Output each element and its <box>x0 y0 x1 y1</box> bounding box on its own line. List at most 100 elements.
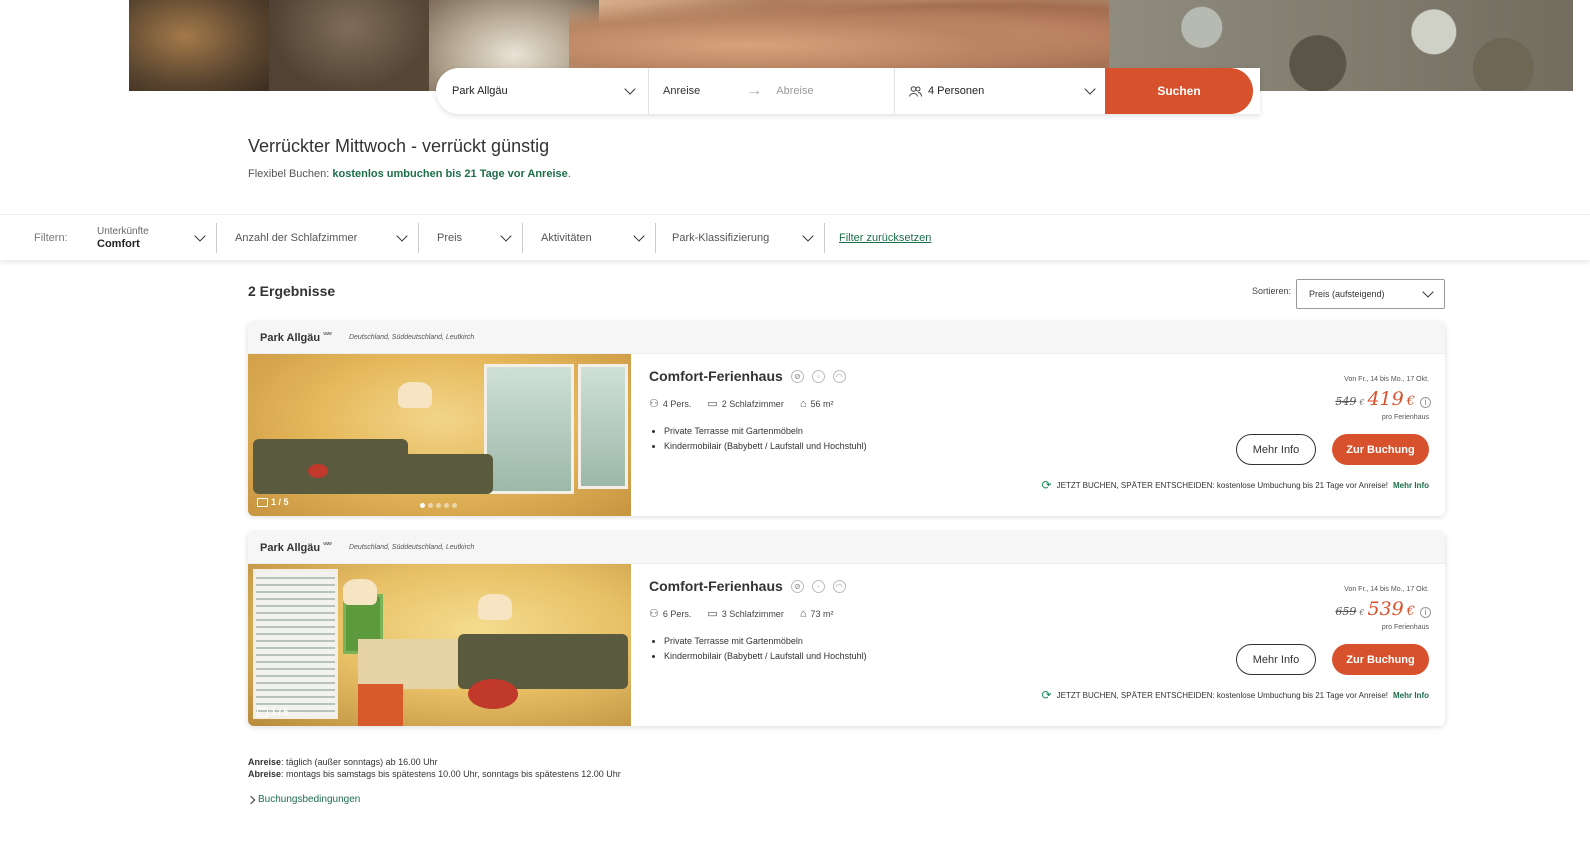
chevron-down-icon <box>633 230 645 242</box>
amenity-icon: ◦ <box>811 579 825 593</box>
new-price-currency: € <box>1406 394 1415 409</box>
filter-aktivitaeten[interactable]: Aktivitäten <box>541 223 656 253</box>
new-price-currency: € <box>1406 604 1415 619</box>
park-rating: ᵛᵛᵛᵛᵛ <box>323 330 332 339</box>
flex-bold: kostenlos umbuchen bis 21 Tage vor Anrei… <box>332 168 568 180</box>
booking-conditions-link[interactable]: Buchungsbedingungen <box>246 794 361 805</box>
card-specs: ⚇ 6 Pers. ▭ 3 Schlafzimmer ⌂ 73 m² <box>649 607 834 621</box>
flex-suffix: . <box>567 168 571 180</box>
filter-reset-link[interactable]: Filter zurücksetzen <box>839 232 931 244</box>
sort-select[interactable]: Preis (aufsteigend) <box>1296 279 1445 309</box>
info-icon[interactable]: i <box>1420 606 1431 618</box>
park-select[interactable]: Park Allgäu <box>436 68 649 114</box>
card-header: Park Allgäu ᵛᵛᵛᵛᵛ Deutschland, Süddeutsc… <box>248 322 1445 354</box>
card-header: Park Allgäu ᵛᵛᵛᵛᵛ Deutschland, Süddeutsc… <box>248 532 1445 564</box>
wifi-icon: ◠ <box>832 579 846 593</box>
filter-aktivitaeten-label: Aktivitäten <box>541 232 592 244</box>
price-date: Von Fr., 14 bis Mo., 17 Okt. <box>1344 376 1429 383</box>
image-counter: 1 / 5 <box>257 497 289 507</box>
no-pets-icon: ⊘ <box>790 579 804 593</box>
park-rating: ᵛᵛᵛᵛᵛ <box>323 540 332 549</box>
filter-schlafzimmer[interactable]: Anzahl der Schlafzimmer <box>235 223 419 253</box>
book-button[interactable]: Zur Buchung <box>1332 434 1429 465</box>
arrival-text: : täglich (außer sonntags) ab 16.00 Uhr <box>281 757 438 767</box>
persons-value: 4 Personen <box>928 85 985 97</box>
chevron-down-icon <box>1422 286 1434 298</box>
amenity-icon: ◦ <box>811 369 825 383</box>
info-icon[interactable]: i <box>1420 396 1431 408</box>
rebooking-text: JETZT BUCHEN, SPÄTER ENTSCHEIDEN: kosten… <box>1056 480 1388 490</box>
results-count: 2 Ergebnisse <box>248 283 336 299</box>
price-unit: pro Ferienhaus <box>1381 414 1429 421</box>
departure-label: Abreise <box>248 769 282 779</box>
image-counter: 1 / 5 <box>257 707 289 717</box>
persons-select[interactable]: 4 Personen <box>895 68 1108 114</box>
page-title: Verrückter Mittwoch - verrückt günstig <box>248 136 550 156</box>
card-title[interactable]: Comfort-Ferienhaus <box>649 368 783 384</box>
chevron-down-icon <box>624 83 636 95</box>
price-unit: pro Ferienhaus <box>1381 624 1429 631</box>
bed-icon: ▭ <box>707 398 718 410</box>
feature-item: Kindermobilair (Babybett / Laufstall und… <box>664 649 867 664</box>
departure-text: : montags bis samstags bis spätestens 10… <box>281 769 621 779</box>
no-pets-icon: ⊘ <box>790 369 804 383</box>
arrival-field[interactable]: Anreise <box>663 85 700 97</box>
more-info-button[interactable]: Mehr Info <box>1236 434 1316 465</box>
booking-conditions-label: Buchungsbedingungen <box>258 794 361 805</box>
arrow-right-icon: → <box>746 82 763 99</box>
bed-icon: ▭ <box>707 608 718 620</box>
rebooking-more-info-link[interactable]: Mehr Info <box>1393 691 1429 700</box>
sort-value: Preis (aufsteigend) <box>1309 289 1385 299</box>
search-button[interactable]: Suchen <box>1105 68 1253 114</box>
sort-label: Sortieren: <box>1252 286 1292 296</box>
more-info-button[interactable]: Mehr Info <box>1236 644 1316 675</box>
image-counter-text: 1 / 5 <box>271 497 289 507</box>
sync-icon: ⟳ <box>1041 688 1052 702</box>
filter-label: Filtern: <box>34 232 68 244</box>
rebooking-note: ⟳ JETZT BUCHEN, SPÄTER ENTSCHEIDEN: kost… <box>1042 478 1429 492</box>
old-price-currency: € <box>1359 608 1365 617</box>
arrival-departure-info: Anreise: täglich (außer sonntags) ab 16.… <box>248 756 621 780</box>
date-picker[interactable]: Anreise → Abreise <box>649 68 895 114</box>
card-title[interactable]: Comfort-Ferienhaus <box>649 578 783 594</box>
card-title-row: Comfort-Ferienhaus ⊘ ◦ ◠ <box>649 368 846 384</box>
card-specs: ⚇ 4 Pers. ▭ 2 Schlafzimmer ⌂ 56 m² <box>649 397 834 411</box>
spec-bedrooms: 3 Schlafzimmer <box>721 608 784 619</box>
image-dots[interactable] <box>420 503 457 508</box>
filter-preis[interactable]: Preis <box>437 223 523 253</box>
filter-schlafzimmer-label: Anzahl der Schlafzimmer <box>235 232 358 244</box>
card-image[interactable]: 1 / 5 <box>248 564 631 726</box>
old-price-currency: € <box>1359 398 1365 407</box>
chevron-down-icon <box>802 230 814 242</box>
gallery-icon <box>257 497 268 507</box>
price-date: Von Fr., 14 bis Mo., 17 Okt. <box>1344 586 1429 593</box>
chevron-down-icon <box>1084 83 1096 95</box>
card-location: Deutschland, Süddeutschland, Leutkirch <box>348 544 475 551</box>
book-button[interactable]: Zur Buchung <box>1332 644 1429 675</box>
sync-icon: ⟳ <box>1041 478 1052 492</box>
gallery-icon <box>257 707 268 717</box>
persons-icon <box>909 85 922 97</box>
feature-item: Kindermobilair (Babybett / Laufstall und… <box>664 439 867 454</box>
chevron-down-icon <box>194 230 206 242</box>
old-price: 659 <box>1335 605 1357 618</box>
spec-bedrooms: 2 Schlafzimmer <box>721 398 784 409</box>
chevron-down-icon <box>500 230 512 242</box>
persons-icon: ⚇ <box>649 398 659 410</box>
rebooking-more-info-link[interactable]: Mehr Info <box>1393 481 1429 490</box>
spec-area: 56 m² <box>810 398 834 409</box>
card-location: Deutschland, Süddeutschland, Leutkirch <box>348 334 475 341</box>
new-price: 539 <box>1367 598 1404 620</box>
flex-prefix: Flexibel Buchen: <box>248 168 333 180</box>
spec-area: 73 m² <box>810 608 834 619</box>
spec-persons: 4 Pers. <box>662 398 692 409</box>
price: 659 € 539 € i <box>1335 598 1431 620</box>
filter-unterkuenfte-caption: Unterkünfte <box>97 225 149 237</box>
filter-klassifizierung[interactable]: Park-Klassifizierung <box>672 223 825 253</box>
new-price: 419 <box>1367 388 1404 410</box>
filter-bar: Filtern: Unterkünfte Comfort Anzahl der … <box>0 214 1590 260</box>
departure-field[interactable]: Abreise <box>776 85 813 97</box>
card-image[interactable]: 1 / 5 <box>248 354 631 516</box>
card-park-name: Park Allgäu <box>260 331 321 344</box>
filter-unterkuenfte[interactable]: Unterkünfte Comfort <box>97 223 217 253</box>
